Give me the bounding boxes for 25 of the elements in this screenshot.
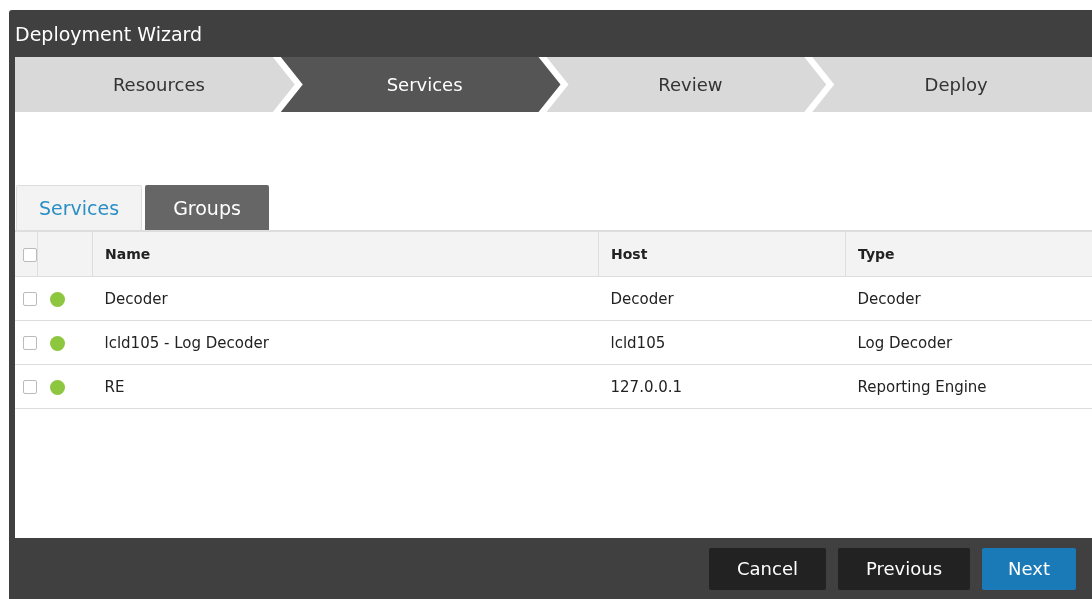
wizard-button[interactable]: Previous bbox=[838, 547, 971, 590]
table-cell: lcld105 - Log Decoder bbox=[104, 333, 269, 352]
tab[interactable]: Groups bbox=[145, 185, 269, 230]
window-title: Deployment Wizard bbox=[15, 22, 203, 45]
table-cell: Decoder bbox=[857, 289, 921, 308]
table-cell: lcld105 bbox=[610, 333, 666, 352]
column-header: Type bbox=[858, 246, 895, 262]
checkbox[interactable] bbox=[23, 336, 37, 350]
wizard-button[interactable]: Cancel bbox=[709, 547, 826, 590]
wizard-step[interactable]: Review bbox=[546, 57, 827, 112]
wizard-step[interactable]: Resources bbox=[15, 57, 295, 112]
table-cell: Decoder bbox=[104, 289, 168, 308]
table-cell: Decoder bbox=[610, 289, 674, 308]
table-cell: Log Decoder bbox=[857, 333, 953, 352]
wizard-step[interactable]: Deploy bbox=[812, 57, 1092, 112]
wizard-button[interactable]: Next bbox=[982, 547, 1076, 590]
table-cell: Reporting Engine bbox=[857, 377, 987, 396]
checkbox[interactable] bbox=[23, 248, 37, 262]
table-cell: 127.0.0.1 bbox=[610, 377, 683, 396]
column-header: Name bbox=[105, 246, 151, 262]
table-cell: RE bbox=[104, 377, 125, 396]
checkbox[interactable] bbox=[23, 292, 37, 306]
wizard-step[interactable]: Services bbox=[280, 57, 561, 112]
column-header: Host bbox=[611, 246, 648, 262]
checkbox[interactable] bbox=[23, 380, 37, 394]
